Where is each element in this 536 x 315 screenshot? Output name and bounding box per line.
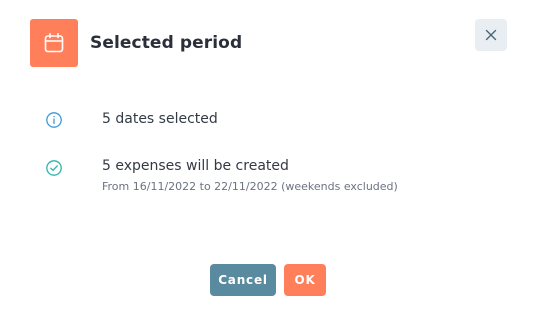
ok-button[interactable]: OK bbox=[284, 264, 326, 296]
close-button[interactable] bbox=[475, 19, 507, 51]
check-circle-icon bbox=[46, 160, 62, 176]
dates-selected-text: 5 dates selected bbox=[102, 111, 218, 127]
info-icon bbox=[46, 112, 62, 128]
expenses-created-text: 5 expenses will be created bbox=[102, 158, 289, 174]
period-range-text: From 16/11/2022 to 22/11/2022 (weekends … bbox=[102, 180, 398, 193]
cancel-button[interactable]: Cancel bbox=[210, 264, 276, 296]
close-icon[interactable] bbox=[485, 29, 497, 41]
selected-period-dialog: Selected period 5 dates selected 5 expen… bbox=[0, 0, 536, 315]
calendar-icon bbox=[30, 19, 78, 67]
dialog-title: Selected period bbox=[90, 33, 243, 53]
